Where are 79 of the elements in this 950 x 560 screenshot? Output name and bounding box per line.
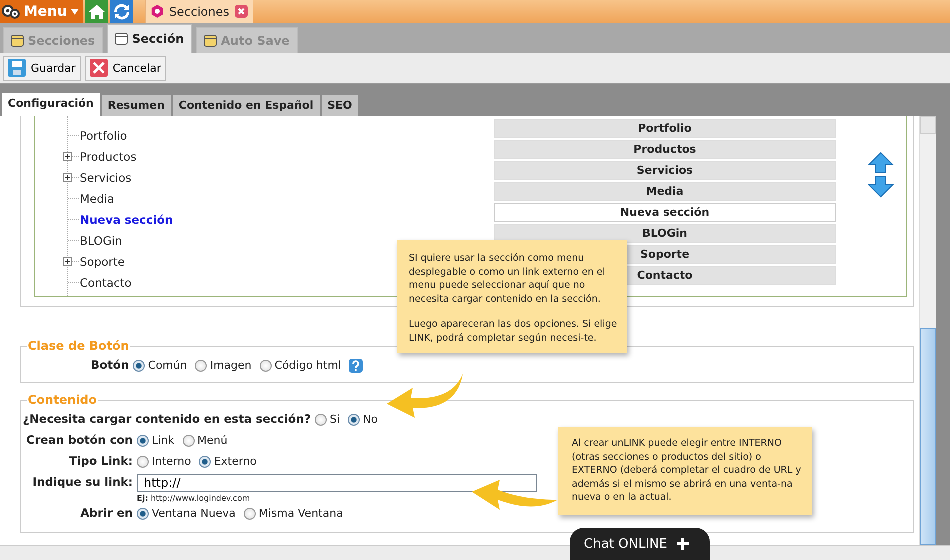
radio-button[interactable] (137, 434, 149, 446)
field-label: Crean botón con (26, 432, 133, 449)
hint-label: Ej: (137, 494, 148, 503)
list-item[interactable]: Productos (494, 140, 836, 159)
note-text: Luego apareceran las dos opciones. Si elige LINK, podrá completar según necesi-te. (409, 318, 618, 345)
home-icon (88, 4, 105, 18)
close-icon[interactable] (234, 5, 248, 18)
group-title: Contenido (27, 393, 98, 407)
window-icon (204, 34, 218, 46)
radio-button[interactable] (199, 456, 212, 468)
radio-button[interactable] (137, 456, 149, 468)
window-icon (11, 34, 24, 46)
expand-icon[interactable] (63, 257, 72, 266)
list-item[interactable]: Portfolio (494, 119, 836, 138)
tree-item[interactable]: Media (80, 192, 115, 206)
option-label: Ventana Nueva (152, 506, 236, 522)
link-input-field[interactable]: http:// (137, 474, 537, 492)
radio-button[interactable] (244, 508, 256, 520)
tab[interactable]: Configuración (2, 93, 100, 116)
radio-button[interactable] (195, 360, 208, 372)
option-label: Común (148, 358, 188, 374)
cancel-button[interactable]: Cancelar (84, 56, 166, 80)
scrollbar[interactable] (919, 116, 936, 545)
radio-button[interactable] (315, 414, 327, 426)
expand-icon[interactable] (63, 152, 72, 161)
home-button[interactable] (85, 0, 108, 23)
field-label: Abrir en (80, 505, 133, 522)
radio-button[interactable] (260, 360, 272, 372)
tab[interactable]: Contenido en Español (172, 95, 320, 116)
chat-button[interactable]: Chat ONLINE (570, 528, 710, 560)
radio-button[interactable] (348, 414, 360, 426)
field-label: Indique su link: (32, 474, 133, 491)
hint-text: http://www.logindev.com (150, 494, 250, 503)
tree-item[interactable]: Soporte (80, 254, 125, 268)
close-icon (90, 59, 108, 77)
option-label: Link (152, 433, 175, 449)
gears-icon (2, 4, 20, 20)
hexagon-icon (151, 5, 164, 18)
field-label: ¿Necesita cargar contenido en esta sección? (22, 411, 311, 428)
tree-item[interactable]: Productos (80, 150, 137, 164)
field-label: Botón (91, 357, 130, 374)
group-title: Clase de Botón (27, 339, 130, 353)
caret-icon (71, 8, 80, 14)
note-text: Al crear unLINK puede elegir entre INTERNO (otras secciones o productos del sitio) o EXTERNO (deberá completar el cuadro de URL y además si el mismo se abrirá en una venta-na nueva o en la actual. (572, 437, 802, 504)
refresh-icon (114, 4, 130, 20)
refresh-button[interactable] (110, 0, 134, 23)
tab[interactable]: Sección (107, 24, 192, 53)
window-icon (115, 33, 128, 45)
down-arrow-icon[interactable] (868, 176, 894, 198)
radio-button[interactable] (182, 434, 195, 446)
up-arrow-icon[interactable] (868, 152, 894, 174)
plus-icon (677, 538, 690, 550)
save-button[interactable]: Guardar (3, 56, 81, 80)
list-item[interactable]: Nueva sección (494, 203, 836, 222)
option-label: Imagen (210, 358, 252, 374)
option-label: Externo (214, 454, 257, 470)
option-label: Misma Ventana (258, 506, 344, 522)
expand-icon[interactable] (63, 173, 72, 182)
tree-item[interactable]: Portfolio (80, 128, 128, 142)
radio-button[interactable] (137, 508, 149, 520)
list-item[interactable]: Servicios (494, 161, 836, 180)
open-tab-label: Secciones (169, 4, 230, 18)
tab[interactable]: SEO (322, 95, 358, 116)
help-icon[interactable] (349, 358, 364, 372)
radio-button[interactable] (133, 360, 146, 372)
open-tab[interactable]: Secciones (145, 0, 252, 23)
tree-item[interactable]: Nueva sección (80, 212, 174, 226)
tab[interactable]: Resumen (102, 95, 171, 116)
option-label: Si (330, 412, 340, 428)
list-item[interactable]: BLOGin (494, 224, 836, 243)
option-label: No (363, 412, 378, 428)
list-item[interactable]: Media (494, 182, 836, 201)
option-label: Interno (152, 454, 192, 470)
field-label: Tipo Link: (68, 453, 133, 470)
tree-item[interactable]: Contacto (80, 276, 132, 290)
tree-item[interactable]: BLOGin (80, 234, 122, 248)
option-label: Código html (274, 358, 342, 374)
option-label: Menú (198, 433, 228, 449)
tree-item[interactable]: Servicios (80, 170, 132, 184)
